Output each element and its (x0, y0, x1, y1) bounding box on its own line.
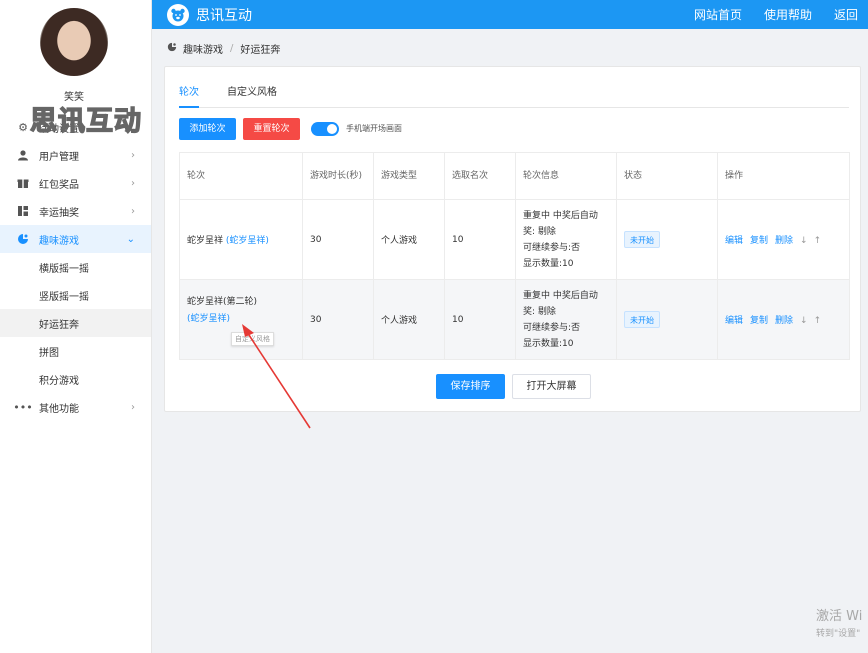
windows-activation-watermark: 激活 Wi 转到"设置" (816, 605, 862, 639)
annotation-arrow (242, 324, 311, 429)
activation-line-2: 转到"设置" (816, 629, 861, 639)
activation-line-1: 激活 Wi (816, 609, 863, 624)
